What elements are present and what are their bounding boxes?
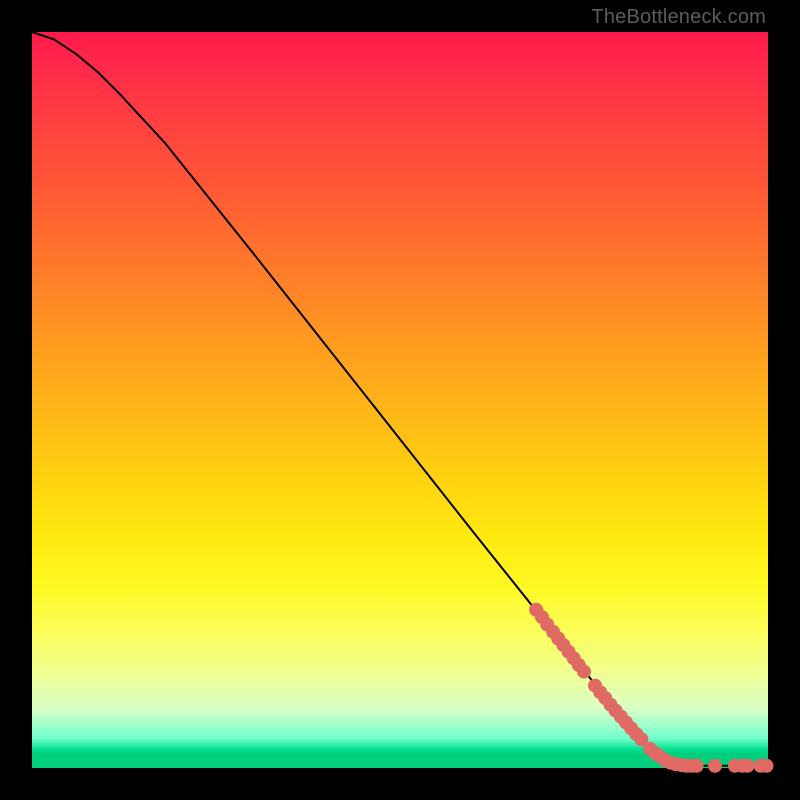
scatter-group [529,603,773,773]
chart-overlay [32,32,768,768]
chart-frame: TheBottleneck.com [0,0,800,800]
bottleneck-curve [32,32,768,766]
data-point [760,759,774,773]
data-point [708,759,722,773]
data-point [740,759,754,773]
attribution-text: TheBottleneck.com [591,6,766,29]
data-point [577,665,591,679]
data-point [690,759,704,773]
